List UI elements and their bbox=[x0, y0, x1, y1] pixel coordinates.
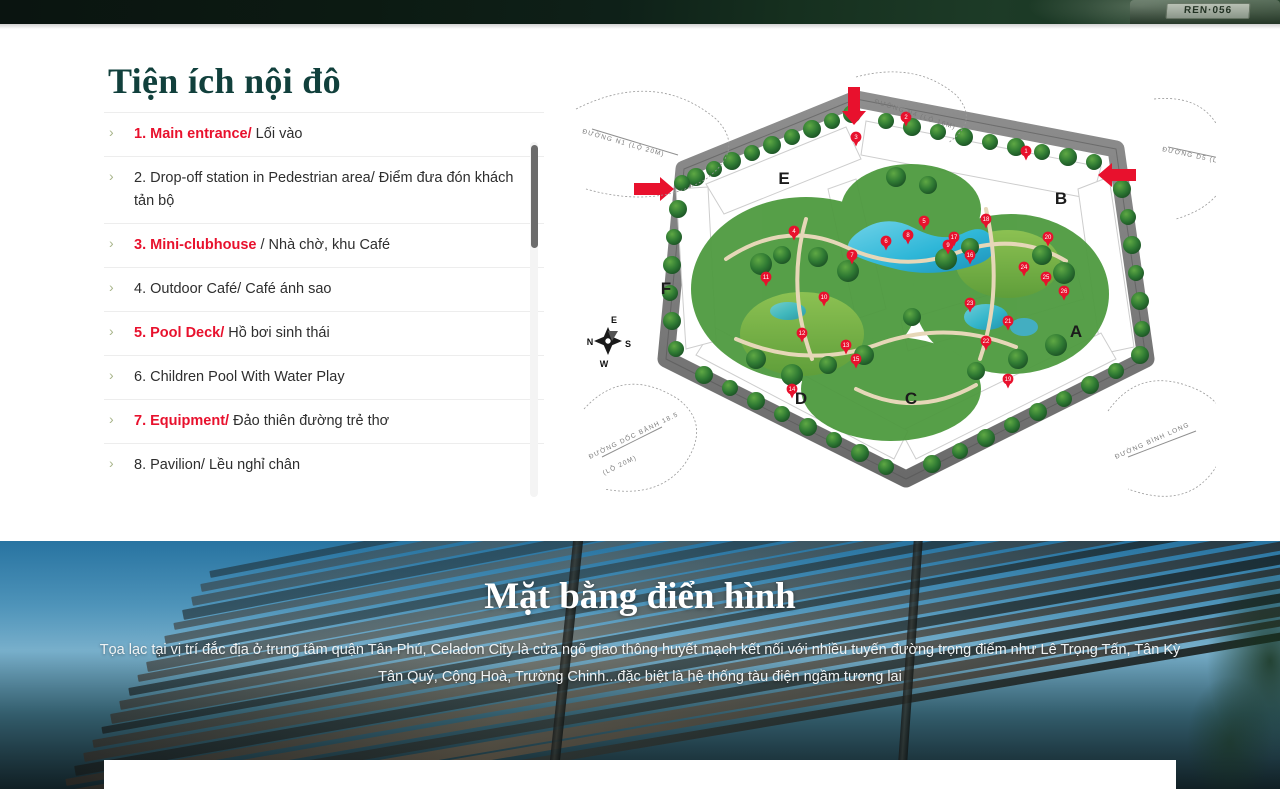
map-marker-number: 18 bbox=[983, 217, 990, 223]
map-marker-number: 22 bbox=[983, 339, 990, 345]
chevron-right-icon: › bbox=[109, 168, 114, 184]
amenity-label-highlight: 5. Pool Deck/ bbox=[134, 325, 225, 341]
amenity-label: 7. Equipment/ Đảo thiên đường trẻ thơ bbox=[134, 410, 389, 433]
amenity-item[interactable]: › 2. Drop-off station in Pedestrian area/… bbox=[104, 157, 544, 224]
block-label-a: A bbox=[1070, 322, 1082, 341]
map-marker-number: 23 bbox=[967, 301, 974, 307]
map-marker-number: 26 bbox=[1061, 289, 1068, 295]
compass-rose: E N S W bbox=[587, 315, 631, 369]
amenity-label-highlight: 7. Equipment/ bbox=[134, 413, 230, 429]
page-root: REN·056 Tiện ích nội đô › 1. Main entranc… bbox=[0, 0, 1280, 789]
road-label-doc-banh-sub: (LỘ 20M) bbox=[601, 452, 638, 476]
road-label-n1: ĐƯỜNG N1 (LỘ 20M) bbox=[581, 126, 666, 158]
compass-w: W bbox=[600, 359, 609, 369]
amenity-item[interactable]: › 1. Main entrance/ Lối vào bbox=[104, 112, 544, 157]
road-label-doc-banh: ĐƯỜNG DỐC BÂNH 18.5 bbox=[586, 408, 679, 460]
map-marker-number: 21 bbox=[1005, 319, 1012, 325]
compass-s: S bbox=[625, 339, 631, 349]
amenities-section: Tiện ích nội đô › 1. Main entrance/ Lối v… bbox=[0, 29, 1280, 541]
amenities-list-viewport[interactable]: › 1. Main entrance/ Lối vào › 2. Drop-off s… bbox=[104, 112, 544, 474]
chevron-right-icon: › bbox=[109, 455, 114, 471]
amenity-item[interactable]: › 4. Outdoor Café/ Café ánh sao bbox=[104, 268, 544, 312]
amenity-label-rest: Hồ bơi sinh thái bbox=[224, 325, 330, 341]
amenity-item[interactable]: › 7. Equipment/ Đảo thiên đường trẻ thơ bbox=[104, 400, 544, 444]
amenity-label: 1. Main entrance/ Lối vào bbox=[134, 123, 302, 146]
amenity-label-rest: / Nhà chờ, khu Café bbox=[256, 237, 391, 253]
map-marker-number: 15 bbox=[853, 357, 860, 363]
amenities-list: › 1. Main entrance/ Lối vào › 2. Drop-off s… bbox=[104, 112, 544, 474]
map-marker-number: 24 bbox=[1021, 265, 1028, 271]
amenity-label-rest: 2. Drop-off station in Pedestrian area/ … bbox=[134, 170, 514, 209]
chevron-right-icon: › bbox=[109, 235, 114, 251]
amenity-label: 8. Pavilion/ Lều nghỉ chân bbox=[134, 454, 300, 474]
map-marker-number: 20 bbox=[1045, 235, 1052, 241]
map-marker-number: 10 bbox=[821, 295, 828, 301]
license-plate: REN·056 bbox=[1165, 3, 1251, 19]
amenity-label: 6. Children Pool With Water Play bbox=[134, 366, 345, 389]
amenity-label: 3. Mini-clubhouse / Nhà chờ, khu Café bbox=[134, 234, 390, 257]
site-plan-map[interactable]: 1 2 3 4 5 6 7 8 9 10 11 12 13 14 15 16 17 18 19 20 21 22 23 24 2… bbox=[556, 59, 1216, 509]
compass-n: N bbox=[587, 337, 594, 347]
block-label-e: E bbox=[778, 169, 789, 188]
road-label-d5: ĐƯỜNG D5 (LỘ 20M) bbox=[1162, 144, 1216, 171]
top-photo-strip: REN·056 bbox=[0, 0, 1280, 24]
floorplan-content-panel bbox=[104, 760, 1176, 789]
floorplan-hero-section: Mặt bằng điển hình Tọa lạc tại vị trí đắ… bbox=[0, 541, 1280, 789]
road-label-binh-long: ĐƯỜNG BÌNH LONG bbox=[1113, 420, 1191, 461]
page-title: Tiện ích nội đô bbox=[108, 61, 341, 101]
map-marker-number: 25 bbox=[1043, 275, 1050, 281]
amenities-scrollbar-thumb[interactable] bbox=[531, 145, 538, 248]
amenity-item[interactable]: › 5. Pool Deck/ Hồ bơi sinh thái bbox=[104, 312, 544, 356]
compass-e: E bbox=[611, 315, 617, 325]
map-marker-number: 17 bbox=[951, 235, 958, 241]
map-marker-number: 16 bbox=[967, 253, 974, 259]
amenity-label-rest: 6. Children Pool With Water Play bbox=[134, 369, 345, 385]
hero-title: Mặt bằng điển hình bbox=[484, 576, 796, 617]
amenity-label: 5. Pool Deck/ Hồ bơi sinh thái bbox=[134, 322, 330, 345]
amenity-item[interactable]: › 3. Mini-clubhouse / Nhà chờ, khu Café bbox=[104, 224, 544, 268]
block-label-c: C bbox=[905, 389, 917, 408]
amenity-label: 2. Drop-off station in Pedestrian area/ … bbox=[134, 167, 530, 213]
chevron-right-icon: › bbox=[109, 124, 114, 140]
chevron-right-icon: › bbox=[109, 411, 114, 427]
map-marker-number: 13 bbox=[843, 343, 850, 349]
entrance-arrow-left bbox=[634, 177, 674, 201]
site-plan-svg: 1234567891011121314151617181920212223242… bbox=[575, 71, 1216, 497]
map-marker-number: 19 bbox=[1005, 377, 1012, 383]
block-label-f: F bbox=[661, 279, 671, 298]
chevron-right-icon: › bbox=[109, 367, 114, 383]
amenity-label-highlight: 3. Mini-clubhouse bbox=[134, 237, 257, 253]
amenity-label-rest: Lối vào bbox=[251, 126, 303, 142]
amenity-label-highlight: 1. Main entrance/ bbox=[134, 126, 252, 142]
map-marker-number: 12 bbox=[799, 331, 806, 337]
map-marker-number: 11 bbox=[763, 275, 770, 281]
amenity-label: 4. Outdoor Café/ Café ánh sao bbox=[134, 278, 332, 301]
chevron-right-icon: › bbox=[109, 279, 114, 295]
block-label-d: D bbox=[795, 389, 807, 408]
amenity-label-rest: 8. Pavilion/ Lều nghỉ chân bbox=[134, 457, 301, 473]
block-label-b: B bbox=[1055, 189, 1067, 208]
amenity-label-rest: Đảo thiên đường trẻ thơ bbox=[229, 413, 390, 429]
amenity-item[interactable]: › 8. Pavilion/ Lều nghỉ chân bbox=[104, 444, 544, 474]
amenity-item[interactable]: › 6. Children Pool With Water Play bbox=[104, 356, 544, 400]
hero-description: Tọa lạc tại vị trí đắc địa ở trung tâm q… bbox=[99, 642, 1181, 685]
chevron-right-icon: › bbox=[109, 323, 114, 339]
amenity-label-rest: 4. Outdoor Café/ Café ánh sao bbox=[134, 281, 332, 297]
